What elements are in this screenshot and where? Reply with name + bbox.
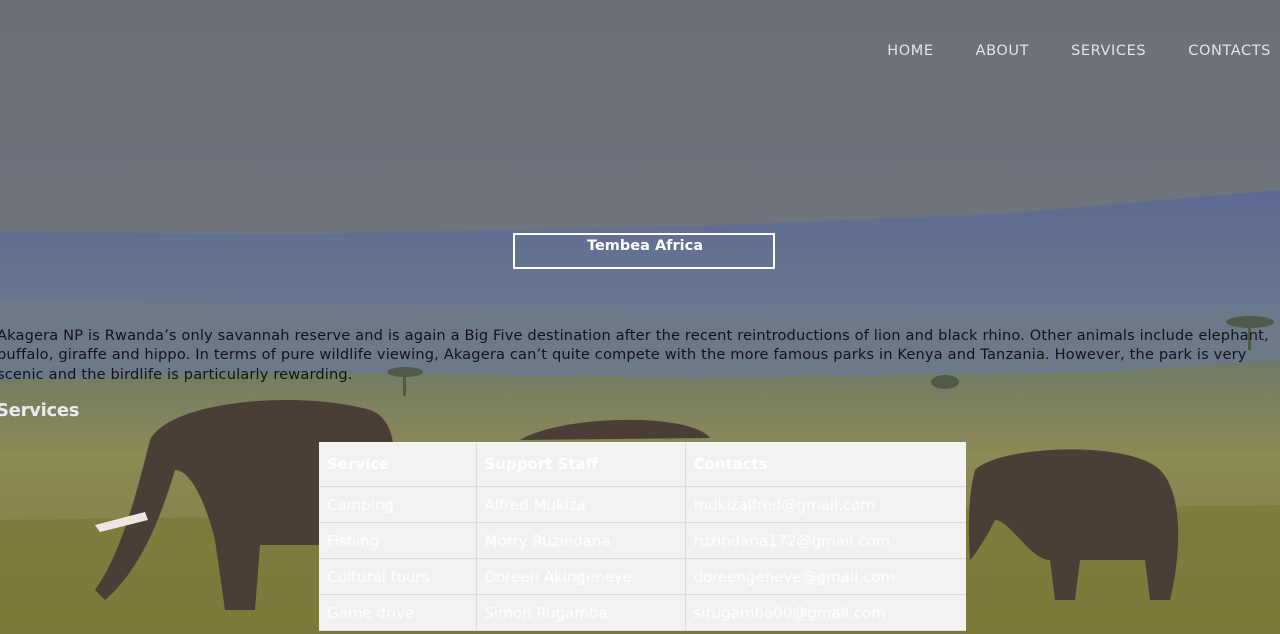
table-row: Camping Alfred Mukiza mukizalfred@gmail.… — [319, 486, 966, 523]
staff-cell: Alfred Mukiza — [476, 486, 686, 523]
main-nav: HOME ABOUT SERVICES CONTACTS — [887, 41, 1280, 61]
services-table-container: Service Support Staff Contacts Camping A… — [319, 442, 966, 631]
column-header-service: Service — [319, 442, 477, 487]
nav-home[interactable]: HOME — [887, 41, 942, 61]
contact-email-cell: mukizalfred@gmail.com — [685, 486, 966, 523]
services-heading: Services — [0, 400, 80, 421]
contact-email-cell: ruzindana172@gmail.com — [685, 522, 966, 559]
service-cell: Camping — [319, 486, 477, 523]
brand-title: Tembea Africa — [587, 238, 703, 254]
staff-cell: Simon Rugamba — [476, 594, 686, 631]
intro-paragraph: Akagera NP is Rwanda’s only savannah res… — [0, 327, 1269, 383]
column-header-contacts: Contacts — [685, 442, 966, 487]
staff-cell: Morry Ruzindana — [476, 522, 686, 559]
service-cell: Game drive — [319, 594, 477, 631]
column-header-support-staff: Support Staff — [476, 442, 686, 487]
nav-services[interactable]: SERVICES — [1038, 41, 1155, 61]
brand-title-box: Tembea Africa — [513, 233, 775, 269]
service-cell: Fishing — [319, 522, 477, 559]
contact-email-cell: sirugamba00@gmail.com — [685, 594, 966, 631]
table-row: Fishing Morry Ruzindana ruzindana172@gma… — [319, 522, 966, 559]
table-header-row: Service Support Staff Contacts — [319, 442, 966, 487]
contact-email-cell: doreengeneye@gmail.com — [685, 558, 966, 595]
service-cell: Cultural tours — [319, 558, 477, 595]
staff-cell: Doreen Akingeneye — [476, 558, 686, 595]
services-table: Service Support Staff Contacts Camping A… — [319, 442, 966, 631]
nav-about[interactable]: ABOUT — [943, 41, 1039, 61]
table-row: Game drive Simon Rugamba sirugamba00@gma… — [319, 594, 966, 631]
table-row: Cultural tours Doreen Akingeneye doreeng… — [319, 558, 966, 595]
nav-contacts[interactable]: CONTACTS — [1155, 41, 1280, 61]
